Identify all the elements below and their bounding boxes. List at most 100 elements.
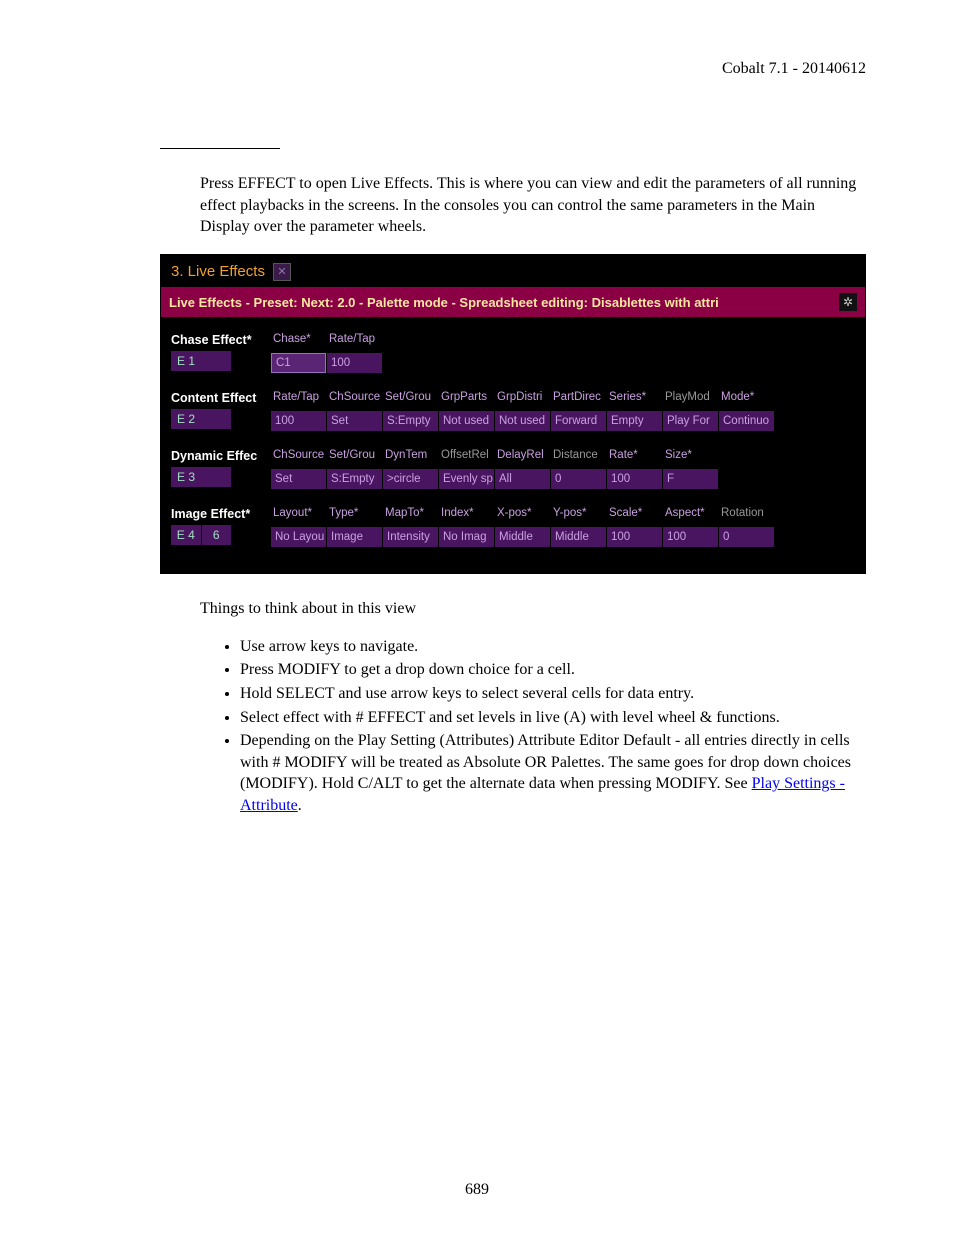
cell[interactable]: No Layou: [271, 527, 326, 547]
cell[interactable]: F: [663, 469, 718, 489]
row-image: Image Effect* E 4 6 Layout* No LayouType*…: [171, 507, 855, 547]
content-columns: Rate/Tap100ChSourceSetSet/GrouS:EmptyGrp…: [271, 391, 855, 431]
cell[interactable]: 100: [663, 527, 718, 547]
cell[interactable]: Middle: [495, 527, 550, 547]
cell[interactable]: Play For: [663, 411, 718, 431]
cell[interactable]: Continuo: [719, 411, 774, 431]
cell[interactable]: S:Empty: [383, 411, 438, 431]
column: Layout* No Layou: [271, 507, 327, 547]
column: GrpPartsNot used: [439, 391, 495, 431]
column-header: Layout*: [271, 507, 327, 525]
cell[interactable]: S:Empty: [327, 469, 382, 489]
column: Mode* Continuo: [719, 391, 775, 431]
list-item: Select effect with # EFFECT and set leve…: [240, 707, 866, 729]
cell[interactable]: No Imag: [439, 527, 494, 547]
column: ChSource Set: [327, 391, 383, 431]
tab-bar: 3. Live Effects ✕: [161, 255, 865, 288]
cell[interactable]: Not used: [495, 411, 550, 431]
row-dynamic: Dynamic Effec E 3 ChSourceSetSet/GrouS:E…: [171, 449, 855, 489]
gear-icon[interactable]: ✲: [839, 293, 857, 311]
column-header: Rotation: [719, 507, 775, 525]
column-header: Type*: [327, 507, 383, 525]
label-chase: Chase Effect*: [171, 333, 271, 347]
close-icon[interactable]: ✕: [273, 263, 291, 281]
column: PlayMod Play For: [663, 391, 719, 431]
slot-image[interactable]: E 4 6: [171, 525, 231, 545]
column-header: Series*: [607, 391, 663, 409]
slot-image-b: 6: [202, 525, 232, 545]
chase-columns: Chase* C1Rate/Tap100: [271, 333, 855, 373]
cell[interactable]: Middle: [551, 527, 606, 547]
cell[interactable]: 100: [607, 469, 662, 489]
column: Rate* 100: [607, 449, 663, 489]
cell[interactable]: Set: [327, 411, 382, 431]
column: PartDirec Forward: [551, 391, 607, 431]
column-header: X-pos*: [495, 507, 551, 525]
cell[interactable]: Empty: [607, 411, 662, 431]
column: Rate/Tap 100: [271, 391, 327, 431]
row-content: Content Effect E 2 Rate/Tap 100ChSource Se…: [171, 391, 855, 431]
column-header: Chase*: [271, 333, 327, 351]
list-item: Use arrow keys to navigate.: [240, 636, 866, 658]
column: Distance0: [551, 449, 607, 489]
slot-chase[interactable]: E 1: [171, 351, 231, 371]
column: DynTem >circle: [383, 449, 439, 489]
cell[interactable]: 100: [271, 411, 326, 431]
column: Index* No Imag: [439, 507, 495, 547]
cell[interactable]: Image: [327, 527, 382, 547]
column-header: ChSource: [327, 391, 383, 409]
cell[interactable]: Intensity: [383, 527, 438, 547]
column-header: Index*: [439, 507, 495, 525]
column-header: DynTem: [383, 449, 439, 467]
column: Rate/Tap100: [327, 333, 383, 373]
column: Size*F: [663, 449, 719, 489]
label-image: Image Effect*: [171, 507, 271, 521]
column-header: PlayMod: [663, 391, 719, 409]
column: GrpDistri Not used: [495, 391, 551, 431]
cell[interactable]: Not used: [439, 411, 494, 431]
column: X-pos* Middle: [495, 507, 551, 547]
label-content: Content Effect: [171, 391, 271, 405]
slot-dynamic[interactable]: E 3: [171, 467, 231, 487]
list-item: Press MODIFY to get a drop down choice f…: [240, 659, 866, 681]
tab-live-effects[interactable]: 3. Live Effects ✕: [171, 263, 291, 281]
column-header: Rate*: [607, 449, 663, 467]
column: OffsetRel Evenly sp: [439, 449, 495, 489]
slot-image-a: E 4: [171, 525, 202, 545]
title-bar-text: Live Effects - Preset: Next: 2.0 - Palet…: [169, 295, 719, 310]
tab-label: 3. Live Effects: [171, 263, 265, 280]
cell[interactable]: Evenly sp: [439, 469, 494, 489]
column-header: MapTo*: [383, 507, 439, 525]
column-header: PartDirec: [551, 391, 607, 409]
screenshot-body: Chase Effect* E 1 Chase*C1Rate/Tap100 Co…: [161, 317, 865, 573]
column-header: OffsetRel: [439, 449, 495, 467]
column-header: Mode*: [719, 391, 775, 409]
column-header: Rate/Tap: [271, 391, 327, 409]
cell[interactable]: Set: [271, 469, 326, 489]
cell[interactable]: 0: [719, 527, 774, 547]
column: Series* Empty: [607, 391, 663, 431]
column-header: Scale*: [607, 507, 663, 525]
page-header: Cobalt 7.1 - 20140612: [160, 60, 866, 78]
column-header: Aspect*: [663, 507, 719, 525]
cell[interactable]: 100: [607, 527, 662, 547]
cell[interactable]: 0: [551, 469, 606, 489]
cell[interactable]: All: [495, 469, 550, 489]
column: Chase* C1: [271, 333, 327, 373]
column: Aspect* 100: [663, 507, 719, 547]
column-header: Set/Grou: [327, 449, 383, 467]
title-bar: Live Effects - Preset: Next: 2.0 - Palet…: [161, 287, 865, 317]
screenshot-live-effects: 3. Live Effects ✕ Live Effects - Preset:…: [160, 254, 866, 575]
cell[interactable]: C1: [271, 353, 326, 373]
list-item: Hold SELECT and use arrow keys to select…: [240, 683, 866, 705]
column-header: GrpDistri: [495, 391, 551, 409]
cell[interactable]: Forward: [551, 411, 606, 431]
slot-content[interactable]: E 2: [171, 409, 231, 429]
cell[interactable]: 100: [327, 353, 382, 373]
page-number: 689: [0, 1181, 954, 1199]
column: Rotation 0: [719, 507, 775, 547]
row-chase: Chase Effect* E 1 Chase* C1Rate/Tap100: [171, 333, 855, 373]
column-header: Y-pos*: [551, 507, 607, 525]
cell[interactable]: >circle: [383, 469, 438, 489]
column: Scale* 100: [607, 507, 663, 547]
